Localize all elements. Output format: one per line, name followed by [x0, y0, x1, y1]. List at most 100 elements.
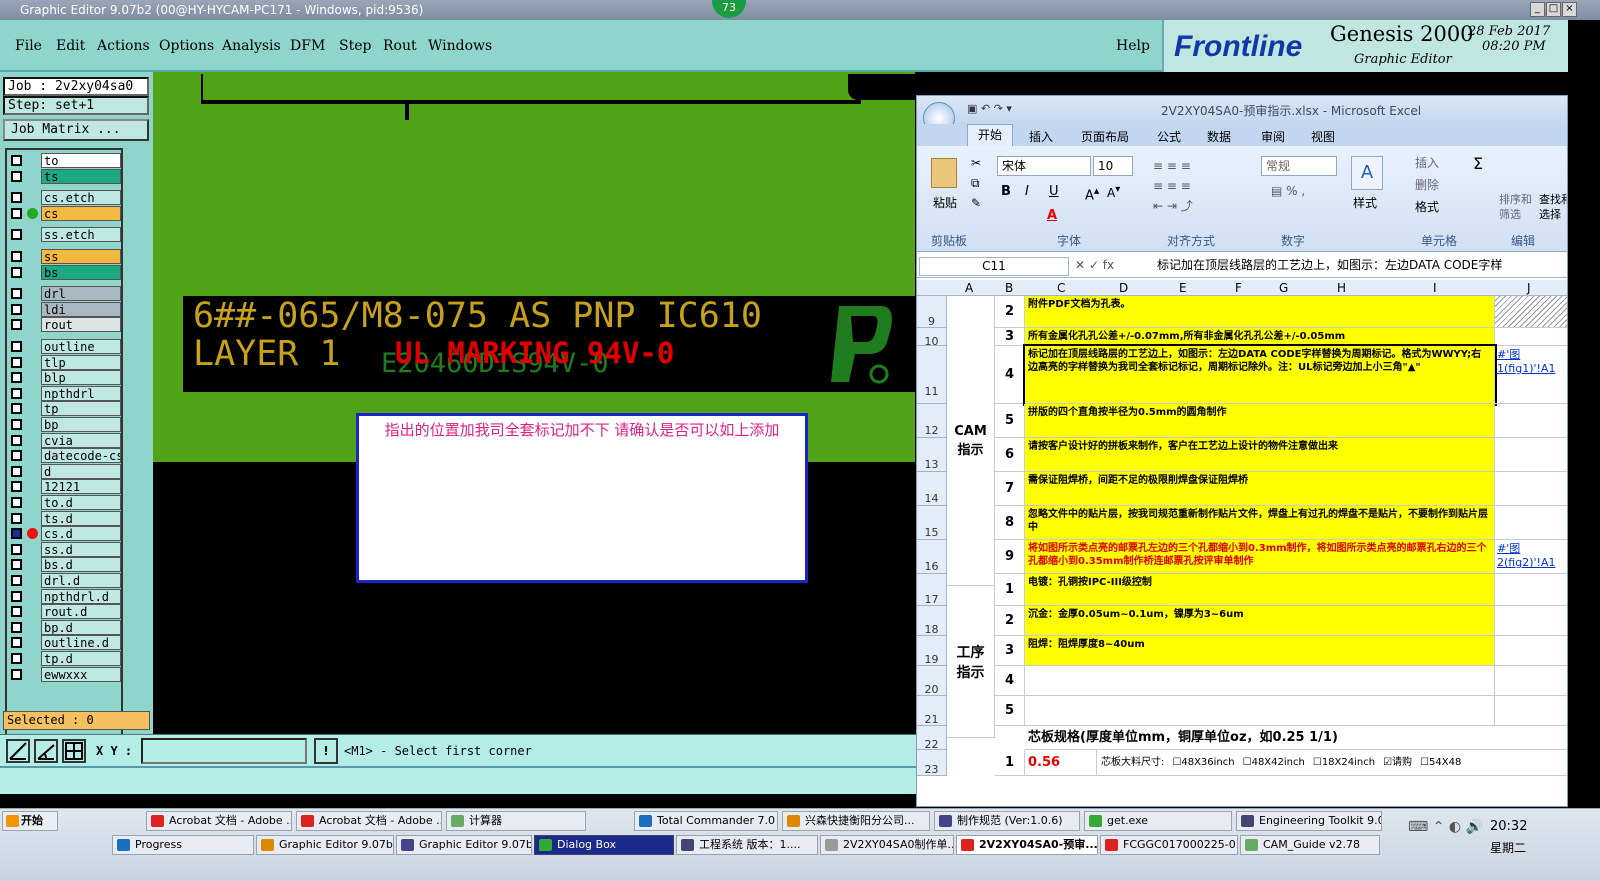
col-header[interactable]: A: [965, 281, 973, 295]
layer-name[interactable]: outline.d: [41, 635, 121, 651]
item-number[interactable]: 8: [995, 506, 1025, 540]
item-number[interactable]: 2: [995, 296, 1025, 328]
layer-name[interactable]: drl.d: [41, 573, 121, 588]
style-label[interactable]: 样式: [1353, 194, 1377, 211]
grid-icon[interactable]: [62, 739, 86, 763]
instruction-cell[interactable]: 标记加在顶层线路层的工艺边上，如图示：左边DATA CODE字样替换为周期标记。…: [1023, 344, 1497, 406]
italic-button[interactable]: I: [1025, 184, 1029, 199]
core-size-checkbox[interactable]: ☐48X42inch: [1243, 757, 1305, 768]
layer-name[interactable]: bp: [41, 417, 121, 432]
taskbar-button[interactable]: FCGGC017000225-0...: [1100, 835, 1238, 855]
layer-row[interactable]: drl.d: [7, 573, 123, 588]
col-header[interactable]: D: [1119, 281, 1128, 295]
layer-row[interactable]: datecode-cs: [7, 448, 123, 464]
item-number[interactable]: 1: [995, 750, 1025, 776]
format-cells-button[interactable]: 格式: [1415, 198, 1439, 215]
layer-checkbox[interactable]: [11, 434, 22, 446]
layer-name[interactable]: ts.d: [41, 510, 121, 526]
font-size-select[interactable]: 10: [1093, 156, 1133, 176]
name-box[interactable]: C11: [919, 257, 1069, 276]
sheet-grid[interactable]: 9 2 附件PDF文档为孔表。 10 3 所有金属化孔孔公差+/-0.07mm,所有非金属…: [917, 296, 1567, 806]
cut-icon[interactable]: ✂: [971, 156, 981, 170]
layer-name[interactable]: drl: [41, 286, 121, 302]
layer-checkbox[interactable]: [11, 512, 22, 524]
item-number[interactable]: 5: [995, 696, 1025, 726]
row-header[interactable]: 20: [917, 666, 947, 696]
link-cell[interactable]: [1495, 404, 1567, 438]
instruction-cell[interactable]: [1025, 666, 1495, 696]
layer-checkbox[interactable]: [11, 419, 22, 430]
taskbar-button[interactable]: Engineering Toolkit 9.0...: [1236, 811, 1382, 831]
col-header[interactable]: H: [1337, 281, 1346, 295]
checkbox-icon[interactable]: ☐: [1313, 757, 1322, 768]
row-header[interactable]: 18: [917, 606, 947, 636]
shrink-font-icon[interactable]: A▾: [1107, 184, 1120, 200]
checkbox-icon[interactable]: ☐: [1420, 757, 1429, 768]
job-matrix-button[interactable]: Job Matrix ...: [3, 119, 149, 141]
layer-row[interactable]: cs.etch: [7, 190, 123, 206]
tab-insert[interactable]: 插入: [1029, 128, 1053, 145]
taskbar-button[interactable]: Dialog Box: [534, 835, 674, 855]
row-header[interactable]: 9: [917, 296, 947, 328]
link-cell[interactable]: [1495, 606, 1567, 636]
layer-row[interactable]: ewwxxx: [7, 666, 123, 682]
row-header[interactable]: 15: [917, 506, 947, 540]
layer-name[interactable]: ewwxxx: [41, 666, 121, 682]
layer-name[interactable]: ss.d: [41, 541, 121, 557]
alignment-icons[interactable]: ≡ ≡ ≡ ≡ ≡ ≡ ⇤ ⇥ ⤴: [1153, 156, 1229, 216]
format-painter-icon[interactable]: ✎: [971, 196, 981, 210]
instruction-cell[interactable]: 沉金：金厚0.05um~0.1um，镍厚为3~6um: [1025, 606, 1495, 636]
col-header[interactable]: F: [1235, 281, 1242, 295]
instruction-cell[interactable]: [1025, 696, 1495, 726]
close-button[interactable]: ×: [1562, 2, 1577, 17]
angle-icon[interactable]: [34, 739, 58, 763]
style-icon[interactable]: A: [1351, 156, 1383, 190]
core-size-checkbox[interactable]: ☑请购: [1383, 757, 1412, 768]
instruction-cell[interactable]: 请按客户设计好的拼板来制作，客户在工艺边上设计的物件注意做出来: [1025, 438, 1495, 472]
delete-cells-button[interactable]: 删除: [1415, 176, 1439, 193]
layer-name[interactable]: bs.d: [41, 557, 121, 573]
layer-checkbox[interactable]: [11, 387, 22, 399]
layer-row[interactable]: bp: [7, 417, 123, 432]
link-cell[interactable]: [1495, 574, 1567, 606]
menu-help[interactable]: Help: [1116, 38, 1150, 54]
layer-checkbox[interactable]: [11, 192, 22, 204]
taskbar-button[interactable]: Graphic Editor 9.07b...: [396, 835, 532, 855]
layer-row[interactable]: tp: [7, 401, 123, 417]
menu-file[interactable]: File: [15, 38, 42, 54]
menu-edit[interactable]: Edit: [56, 38, 85, 54]
tab-page-layout[interactable]: 页面布局: [1081, 128, 1129, 145]
layer-name[interactable]: ss.etch: [41, 227, 121, 243]
row-header[interactable]: 17: [917, 574, 947, 606]
core-thickness-value[interactable]: 0.56: [1025, 750, 1097, 776]
layer-name[interactable]: bp.d: [41, 619, 121, 635]
row-header[interactable]: 10: [917, 328, 947, 348]
menu-options[interactable]: Options: [159, 38, 214, 54]
percent-icon[interactable]: ▤ % ,: [1271, 184, 1305, 198]
item-number[interactable]: 2: [995, 606, 1025, 636]
process-category[interactable]: 工序 指示: [947, 586, 995, 738]
layer-checkbox[interactable]: [11, 207, 22, 219]
bold-button[interactable]: B: [1001, 184, 1011, 199]
menu-windows[interactable]: Windows: [428, 38, 492, 54]
layer-checkbox[interactable]: [11, 170, 22, 182]
item-number[interactable]: 3: [995, 636, 1025, 666]
insert-cells-button[interactable]: 插入: [1415, 154, 1439, 171]
layer-row[interactable]: tlp: [7, 354, 123, 370]
link-cell[interactable]: [1495, 506, 1567, 540]
col-header[interactable]: C: [1057, 281, 1065, 295]
taskbar-button[interactable]: 工程系统 版本：1....: [676, 835, 818, 855]
layer-name[interactable]: outline: [41, 339, 121, 354]
layer-row[interactable]: 12121: [7, 479, 123, 495]
quick-access-icon[interactable]: ▣ ↶ ↷ ▾: [967, 102, 1027, 115]
link-cell[interactable]: [1495, 328, 1567, 346]
item-number[interactable]: 4: [995, 666, 1025, 696]
layer-name[interactable]: d: [41, 463, 121, 479]
layer-row[interactable]: ss: [7, 249, 123, 264]
link-cell[interactable]: [1495, 438, 1567, 472]
xy-input[interactable]: [141, 738, 307, 764]
menu-analysis[interactable]: Analysis: [222, 38, 281, 54]
layer-name[interactable]: cvia: [41, 432, 121, 448]
layer-checkbox[interactable]: [11, 621, 22, 633]
layer-checkbox[interactable]: [11, 481, 22, 493]
